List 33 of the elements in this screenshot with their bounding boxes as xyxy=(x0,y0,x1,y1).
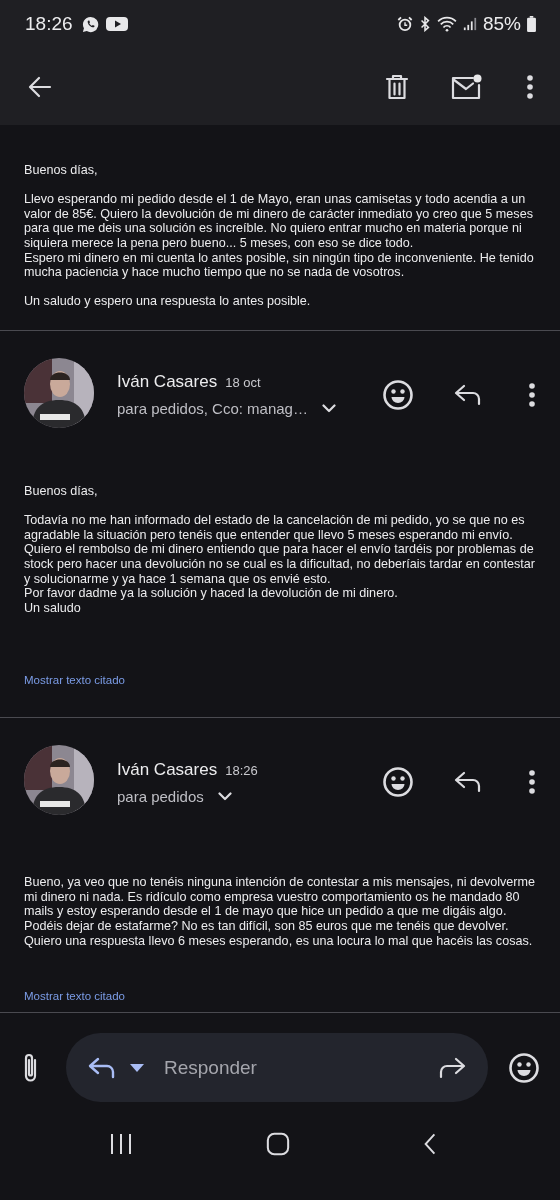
caret-icon[interactable] xyxy=(130,1063,144,1072)
back-icon[interactable] xyxy=(423,1132,437,1157)
message-date: 18:26 xyxy=(225,762,258,778)
video-play-icon xyxy=(105,16,128,32)
battery-icon xyxy=(527,16,536,32)
recent-apps-icon[interactable] xyxy=(109,1132,133,1157)
reply-field[interactable]: Responder xyxy=(162,1055,438,1080)
message-paragraph: Llevo esperando mi pedido desde el 1 de Mayo, eran unas camisetas y todo acendia a un valor de 85€. Quiero la devolución de mi dinero de carácter inmediato yo creo que 5 meses para que me deis una solución es increíble. No quiero entrar mucho en materia porque ni siquiera merece la pena pero bueno... 5 meses, con eso se dice todo. Espero mi dinero en mi cuenta lo antes posible, sin ningún tipo de inconveniente. He tenido mucha paciencia y hace mucho tiempo que no se nada de vosotros. xyxy=(24,192,535,280)
chat-bubble-icon xyxy=(80,14,100,34)
bluetooth-icon xyxy=(418,16,431,32)
recipients-text: para pedidos, Cco: manag… xyxy=(117,400,308,418)
recipients-text: para pedidos xyxy=(117,787,204,805)
message-paragraph: Todavía no me han informado del estado de la cancelación de mi pedido, yo se que no es agradable la situación pero tenéis que entender que llevo 5 meses esperando mi envío. Quiero el rembolso de mi dinero entiendo que para hacer el envío tardéis por problemas de stock pero hacer una devolución no se cual es la dificultad, no deberíais tardar en contestar y solucionarme y ya hace 1 semana que os envié esto. Por favor dadme ya la solución y haced la devolución de mi dinero. Un saludo xyxy=(24,513,536,616)
message-paragraph: Un saludo y espero una respuesta lo antes posible. xyxy=(24,294,312,309)
sender-name: Iván Casares xyxy=(117,759,218,780)
message-paragraph: Bueno, ya veo que no tenéis ninguna intención de contestar a mis mensajes, ni devolverme mi dinero ni nada. Es ridículo como empresa vuestro comportamiento os he mandado 80 mails y estoy esperando desde el 1 de mayo que hice un pedido a que me digáis algo. Podéis dejar de estafarme? No es tan difícil, son 85 euros que me tenéis que devolver. Quiero una respuesta llevo 6 meses esperando, es una locura lo mal que hacéis las cosas. xyxy=(24,875,536,949)
forward-icon[interactable] xyxy=(438,1056,466,1079)
show-quoted-link[interactable]: Mostrar texto citado xyxy=(24,990,125,1003)
chevron-down-icon[interactable] xyxy=(321,404,336,414)
show-quoted-link[interactable]: Mostrar texto citado xyxy=(24,674,125,687)
alarm-icon xyxy=(396,16,413,32)
battery-percent: 85% xyxy=(482,13,521,35)
clock-time: 18:26 xyxy=(25,13,73,35)
smiley-icon[interactable] xyxy=(508,1051,540,1084)
message-date: 18 oct xyxy=(225,375,261,391)
sender-name: Iván Casares xyxy=(117,372,218,393)
message-paragraph: Buenos días, xyxy=(24,483,99,499)
signal-icon xyxy=(462,16,477,32)
wifi-icon xyxy=(436,16,457,32)
chevron-down-icon[interactable] xyxy=(217,791,232,801)
home-icon[interactable] xyxy=(266,1132,290,1157)
reply-icon[interactable] xyxy=(88,1056,116,1079)
message-paragraph: Buenos días, xyxy=(24,163,99,178)
